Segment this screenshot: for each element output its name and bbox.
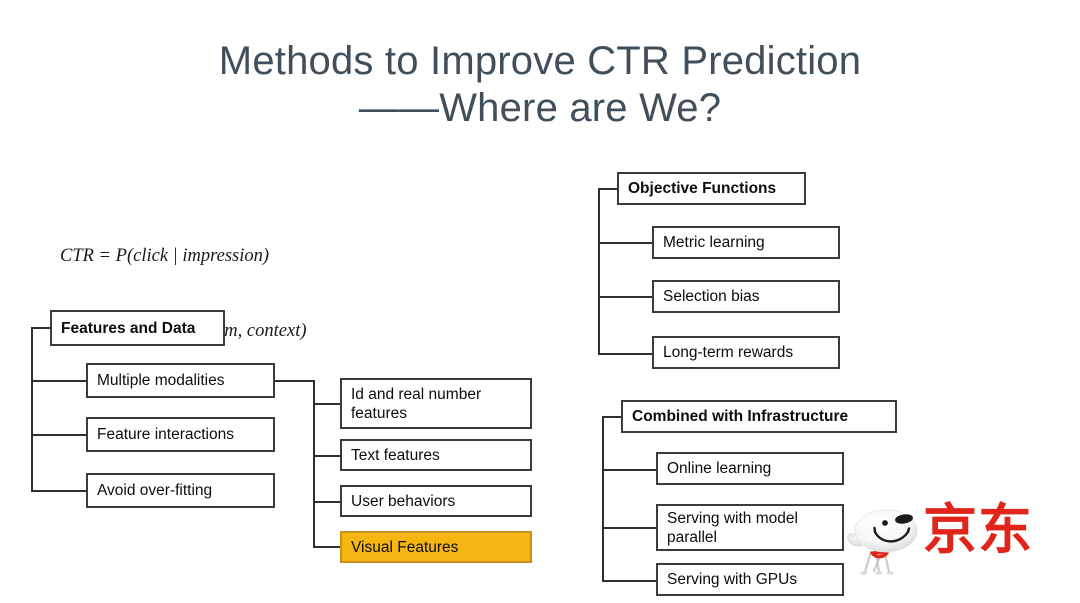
node-label: Text features <box>351 446 440 464</box>
node-label: Metric learning <box>663 234 765 251</box>
node-label: Features and Data <box>61 319 196 337</box>
formula-line-1: CTR = P(click | impression) <box>60 246 270 266</box>
connector-of-root-stub <box>598 188 619 190</box>
connector-of-child2-stub <box>598 296 653 298</box>
node-label: Multiple modalities <box>97 372 225 389</box>
jd-logo: 京东 <box>845 498 1070 584</box>
node-text-features[interactable]: Text features <box>340 439 532 471</box>
connector-mm-child2-stub <box>313 455 342 457</box>
node-online-learning[interactable]: Online learning <box>656 452 844 485</box>
connector-fd-root-stub <box>31 327 52 329</box>
node-combined-with-infrastructure[interactable]: Combined with Infrastructure <box>621 400 897 433</box>
connector-ci-root-stub <box>602 416 623 418</box>
connector-ci-child1-stub <box>602 469 657 471</box>
connector-ci-spine <box>602 416 604 580</box>
connector-mm-branch <box>275 380 315 382</box>
connector-mm-child4-stub <box>313 546 342 548</box>
connector-fd-child1-stub <box>31 380 87 382</box>
title-line-1: Methods to Improve CTR Prediction <box>218 39 862 83</box>
node-visual-features[interactable]: Visual Features <box>340 531 532 563</box>
connector-of-child3-stub <box>598 353 653 355</box>
node-label: Id and real number features <box>351 385 482 422</box>
node-user-behaviors[interactable]: User behaviors <box>340 485 532 517</box>
node-label: Serving with model parallel <box>667 509 798 546</box>
node-long-term-rewards[interactable]: Long-term rewards <box>652 336 840 369</box>
node-feature-interactions[interactable]: Feature interactions <box>86 417 275 452</box>
node-label: Serving with GPUs <box>667 571 798 588</box>
connector-ci-child3-stub <box>602 580 657 582</box>
node-serving-with-model-parallel[interactable]: Serving with model parallel <box>656 504 844 551</box>
joy-dog-mascot-icon <box>847 509 918 575</box>
connector-of-spine <box>598 188 600 355</box>
connector-fd-child3-stub <box>31 490 87 492</box>
node-label: Avoid over-fitting <box>97 482 213 499</box>
node-label: Objective Functions <box>628 180 777 197</box>
node-label: Online learning <box>667 460 772 477</box>
node-id-and-real-number-features[interactable]: Id and real number features <box>340 378 532 429</box>
connector-mm-child1-stub <box>313 403 342 405</box>
node-avoid-over-fitting[interactable]: Avoid over-fitting <box>86 473 275 508</box>
node-features-and-data[interactable]: Features and Data <box>50 310 225 346</box>
slide-canvas: Methods to Improve CTR Prediction ——Wher… <box>0 0 1080 603</box>
connector-fd-child2-stub <box>31 434 87 436</box>
node-label: Combined with Infrastructure <box>632 408 849 425</box>
node-objective-functions[interactable]: Objective Functions <box>617 172 806 205</box>
title-line-2: ——Where are We? <box>358 86 722 130</box>
jd-brand-text: 京东 <box>923 498 1033 561</box>
node-serving-with-gpus[interactable]: Serving with GPUs <box>656 563 844 596</box>
node-metric-learning[interactable]: Metric learning <box>652 226 840 259</box>
connector-ci-child2-stub <box>602 527 657 529</box>
connector-fd-spine <box>31 327 33 492</box>
node-multiple-modalities[interactable]: Multiple modalities <box>86 363 275 398</box>
node-label: Feature interactions <box>97 426 234 443</box>
node-label: User behaviors <box>351 492 456 510</box>
node-label: Visual Features <box>351 538 459 556</box>
node-label: Long-term rewards <box>663 344 794 361</box>
connector-mm-spine <box>313 380 315 547</box>
page-title: Methods to Improve CTR Prediction ——Wher… <box>0 38 1080 132</box>
connector-of-child1-stub <box>598 242 653 244</box>
node-label: Selection bias <box>663 288 760 305</box>
connector-mm-child3-stub <box>313 501 342 503</box>
node-selection-bias[interactable]: Selection bias <box>652 280 840 313</box>
